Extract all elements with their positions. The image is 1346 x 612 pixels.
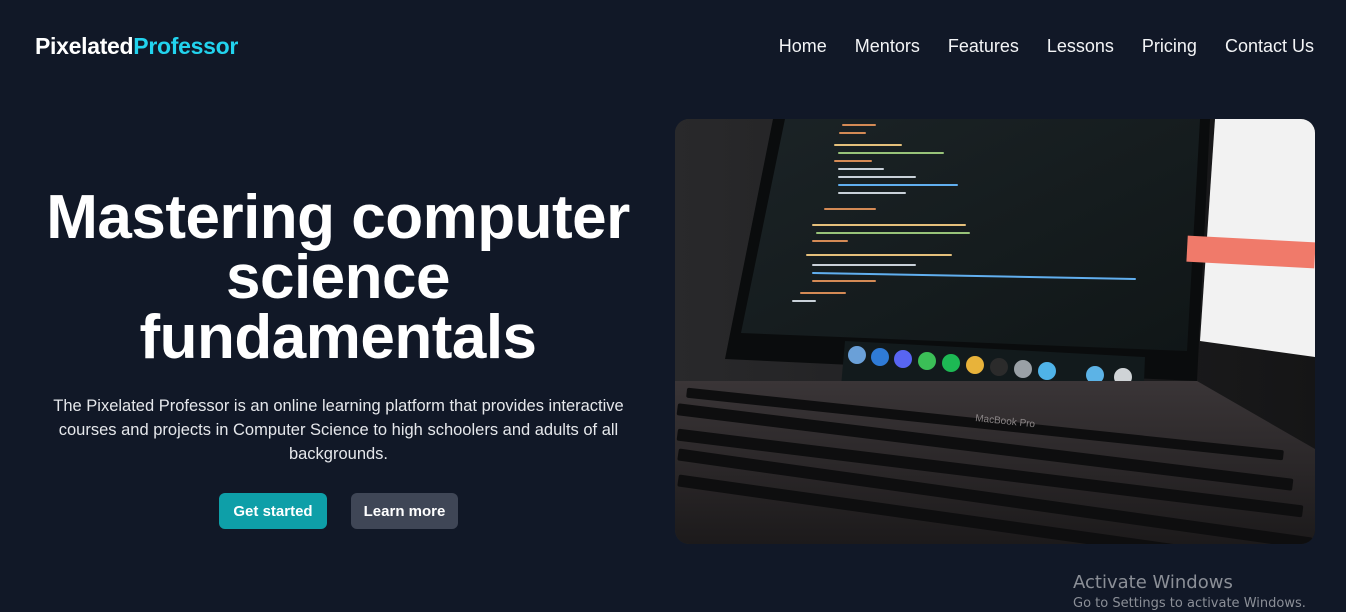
get-started-button[interactable]: Get started xyxy=(219,493,327,529)
hero-title: Mastering computer science fundamentals xyxy=(20,183,656,372)
brand-name-part1: Pixelated xyxy=(35,33,134,59)
nav-contact-link[interactable]: Contact Us xyxy=(1225,36,1314,57)
learn-more-button[interactable]: Learn more xyxy=(351,493,458,529)
main-nav: Home Mentors Features Lessons Pricing Co… xyxy=(779,36,1314,57)
nav-pricing-link[interactable]: Pricing xyxy=(1142,36,1197,57)
brand-name-part2: Professor xyxy=(133,33,238,59)
hero-title-line-2: science xyxy=(225,243,451,312)
brand-logo[interactable]: PixelatedProfessor xyxy=(35,33,238,60)
hero-title-line-1: Mastering computer xyxy=(46,183,630,252)
watermark-title: Activate Windows xyxy=(1073,572,1233,593)
laptop-illustration: MacBook Pro xyxy=(675,119,1315,544)
nav-lessons-link[interactable]: Lessons xyxy=(1047,36,1114,57)
watermark-subtitle: Go to Settings to activate Windows. xyxy=(1073,596,1306,611)
nav-mentors-link[interactable]: Mentors xyxy=(855,36,920,57)
activate-windows-watermark: Activate Windows Go to Settings to activ… xyxy=(1073,572,1306,612)
nav-features-link[interactable]: Features xyxy=(948,36,1019,57)
hero-title-line-3: fundamentals xyxy=(139,303,537,372)
nav-home-link[interactable]: Home xyxy=(779,36,827,57)
hero-laptop-image: MacBook Pro xyxy=(675,119,1315,544)
hero-description: The Pixelated Professor is an online lea… xyxy=(53,397,624,463)
